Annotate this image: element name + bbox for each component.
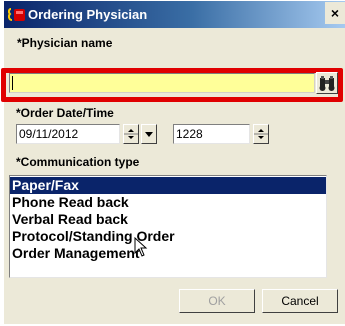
- ok-button[interactable]: OK: [179, 289, 255, 313]
- app-icon: [8, 8, 25, 21]
- time-spinner-button[interactable]: [253, 124, 269, 144]
- chevron-down-icon: [145, 132, 153, 137]
- physician-name-input[interactable]: [9, 73, 315, 93]
- list-item[interactable]: Order Management: [10, 245, 326, 262]
- list-item[interactable]: Verbal Read back: [10, 211, 326, 228]
- title-bar[interactable]: Ordering Physician ×: [4, 1, 345, 28]
- communication-type-list[interactable]: Paper/Fax Phone Read back Verbal Read ba…: [9, 175, 327, 278]
- physician-name-label: *Physician name: [17, 36, 113, 50]
- list-item[interactable]: Protocol/Standing Order: [10, 228, 326, 245]
- binoculars-icon: [319, 76, 335, 91]
- order-date-field[interactable]: 09/11/2012: [16, 124, 120, 144]
- search-physician-button[interactable]: [316, 72, 338, 94]
- close-icon: ×: [330, 5, 340, 21]
- order-datetime-label: *Order Date/Time: [16, 106, 114, 120]
- spinner-icon: [254, 129, 268, 139]
- list-item[interactable]: Phone Read back: [10, 194, 326, 211]
- order-time-field[interactable]: 1228: [173, 124, 250, 144]
- list-item[interactable]: Paper/Fax: [10, 177, 326, 194]
- cancel-button[interactable]: Cancel: [262, 289, 338, 313]
- date-spinner-button[interactable]: [123, 124, 139, 144]
- window-title: Ordering Physician: [28, 7, 148, 22]
- date-dropdown-button[interactable]: [141, 124, 157, 144]
- spinner-icon: [124, 129, 138, 139]
- text-caret: [12, 76, 13, 90]
- mouse-cursor-icon: [134, 237, 148, 257]
- close-button[interactable]: ×: [325, 2, 345, 24]
- communication-type-label: *Communication type: [16, 155, 140, 169]
